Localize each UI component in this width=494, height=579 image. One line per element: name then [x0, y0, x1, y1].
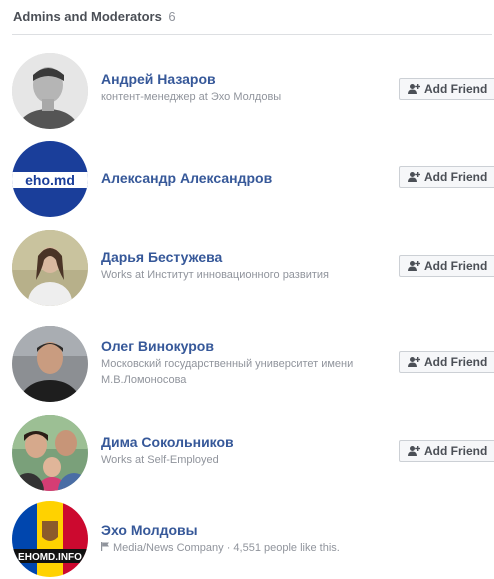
add-friend-button[interactable]: Add Friend — [399, 78, 494, 100]
admins-section-header: Admins and Moderators 6 — [13, 9, 176, 24]
member-subtitle: Works at Self-Employed — [101, 454, 219, 466]
page-category: Media/News Company · 4,551 people like t… — [113, 542, 340, 554]
add-person-icon — [408, 81, 421, 101]
add-friend-button[interactable]: Add Friend — [399, 351, 494, 373]
avatar-logo-text: eho.md — [25, 172, 75, 188]
member-row: Дарья Бестужева Works at Институт иннова… — [0, 228, 494, 308]
member-subtitle: Works at Институт инновационного развити… — [101, 269, 329, 281]
member-name[interactable]: Андрей Назаров — [101, 71, 391, 88]
member-subtitle: Media/News Company · 4,551 people like t… — [101, 540, 391, 557]
member-row: Олег Винокуров Московский государственны… — [0, 324, 494, 404]
member-name[interactable]: Олег Винокуров — [101, 338, 391, 355]
avatar[interactable] — [12, 53, 88, 129]
add-person-icon — [408, 258, 421, 278]
member-subtitle: контент-менеджер at Эхо Молдовы — [101, 91, 282, 103]
add-person-icon — [408, 169, 421, 189]
member-name[interactable]: Эхо Молдовы — [101, 522, 391, 539]
add-friend-label: Add Friend — [424, 259, 488, 273]
avatar[interactable] — [12, 230, 88, 306]
section-title: Admins and Moderators — [13, 9, 162, 24]
flag-icon — [101, 541, 110, 557]
avatar[interactable] — [12, 415, 88, 491]
add-friend-button[interactable]: Add Friend — [399, 255, 494, 277]
member-row: EHOMD.INFO Эхо Молдовы Media/News Compan… — [0, 499, 494, 579]
member-row: Дима Сокольников Works at Self-Employed … — [0, 413, 494, 493]
add-friend-label: Add Friend — [424, 355, 488, 369]
member-row: Андрей Назаров контент-менеджер at Эхо М… — [0, 51, 494, 131]
member-name[interactable]: Дарья Бестужева — [101, 249, 391, 266]
add-person-icon — [408, 443, 421, 463]
add-friend-label: Add Friend — [424, 444, 488, 458]
add-friend-button[interactable]: Add Friend — [399, 166, 494, 188]
member-row: eho.md Александр Александров Add Friend — [0, 139, 494, 219]
avatar-logo-text: EHOMD.INFO — [18, 552, 82, 563]
member-subtitle: Московский государственный университет и… — [101, 358, 354, 386]
add-friend-label: Add Friend — [424, 82, 488, 96]
avatar[interactable]: eho.md — [12, 141, 88, 217]
member-name[interactable]: Дима Сокольников — [101, 434, 391, 451]
member-count: 6 — [168, 9, 176, 24]
member-name[interactable]: Александр Александров — [101, 170, 391, 187]
add-friend-button[interactable]: Add Friend — [399, 440, 494, 462]
avatar[interactable]: EHOMD.INFO — [12, 501, 88, 577]
avatar[interactable] — [12, 326, 88, 402]
add-friend-label: Add Friend — [424, 170, 488, 184]
add-person-icon — [408, 354, 421, 374]
divider — [12, 34, 492, 35]
